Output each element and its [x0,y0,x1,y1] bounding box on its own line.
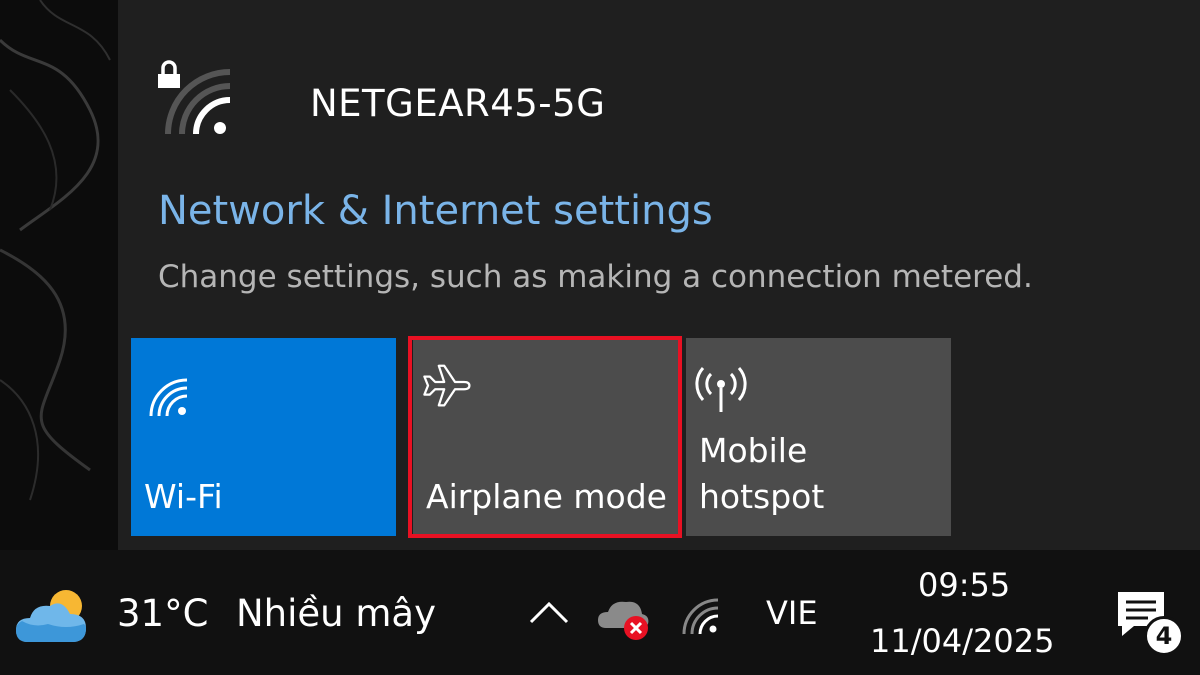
network-settings-link[interactable]: Network & Internet settings [158,188,713,234]
wifi-secured-icon [158,60,231,135]
wifi-tile-label: Wi-Fi [144,477,223,516]
onedrive-error-icon[interactable] [596,592,652,642]
notification-count-badge: 4 [1144,616,1184,656]
airplane-icon [423,364,471,407]
hotspot-icon [695,367,747,412]
wifi-tile[interactable]: Wi-Fi [131,338,396,536]
clock-date[interactable]: 11/04/2025 [870,622,1054,660]
wifi-icon [149,378,188,417]
airplane-mode-tile-label: Airplane mode [426,477,667,516]
clock-time[interactable]: 09:55 [918,566,1010,604]
chevron-up-icon[interactable] [527,598,571,628]
airplane-mode-tile[interactable]: Airplane mode [413,338,678,536]
taskbar: 31°C Nhiều mây VIE 09:55 11/04/2025 4 [0,550,1200,675]
network-settings-description: Change settings, such as making a connec… [158,259,1033,295]
weather-condition[interactable]: Nhiều mây [236,592,436,635]
desktop-wallpaper [0,0,118,550]
lock-icon [158,60,180,88]
wifi-icon[interactable] [680,596,722,636]
mobile-hotspot-tile[interactable]: Mobile hotspot [686,338,951,536]
network-name: NETGEAR45-5G [310,82,606,125]
network-item[interactable]: NETGEAR45-5G [158,58,858,138]
screen: NETGEAR45-5G Network & Internet settings… [0,0,1200,675]
mobile-hotspot-tile-label: Mobile hotspot [699,431,825,516]
language-indicator[interactable]: VIE [766,594,818,632]
partly-cloudy-icon[interactable] [14,584,94,648]
weather-temperature[interactable]: 31°C [117,592,208,635]
